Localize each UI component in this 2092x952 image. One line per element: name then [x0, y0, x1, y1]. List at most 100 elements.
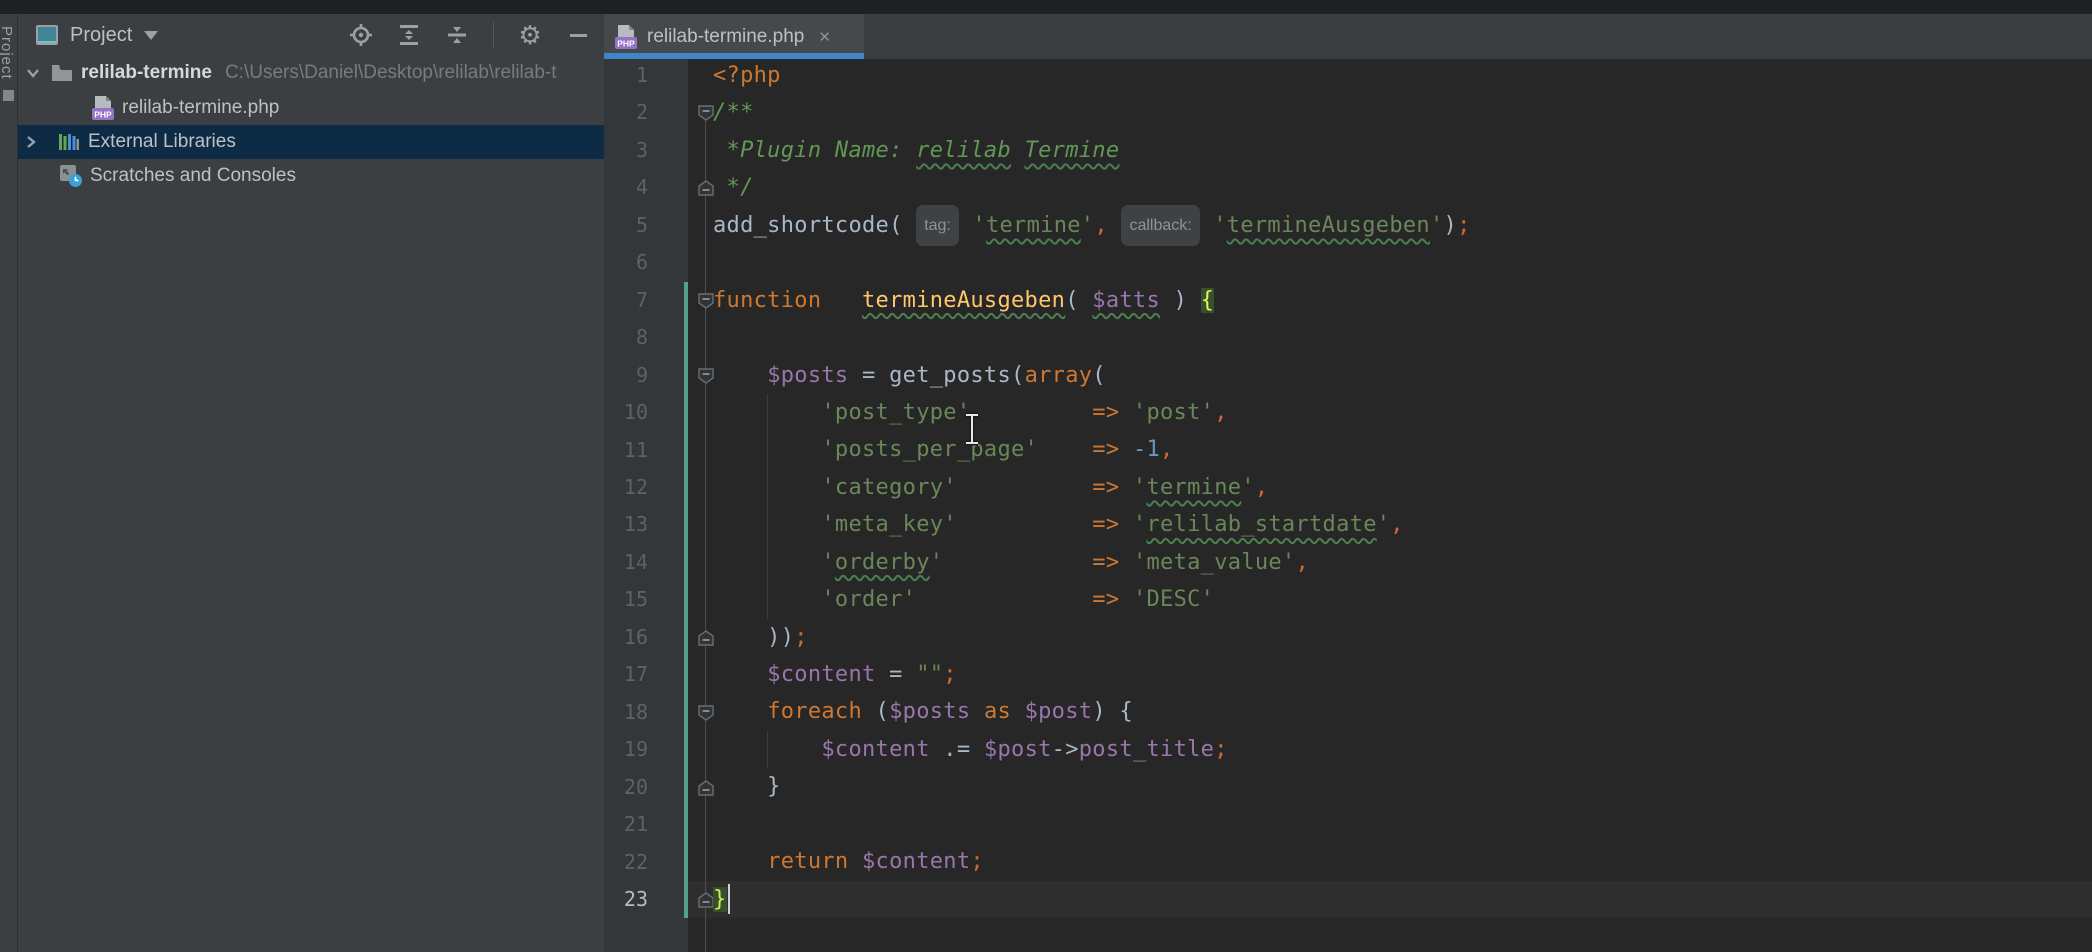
- code-line[interactable]: function termineAusgeben( $atts ) {: [713, 282, 1471, 319]
- code-line[interactable]: add_shortcode( tag: 'termine', callback:…: [713, 207, 1471, 244]
- gear-icon[interactable]: ⚙: [518, 23, 542, 47]
- code-token: return: [767, 849, 848, 874]
- tree-row-scratches[interactable]: Scratches and Consoles: [18, 159, 604, 193]
- code-token: [713, 437, 821, 462]
- libraries-icon: [59, 132, 79, 152]
- project-panel-header: Project ⚙: [18, 14, 604, 56]
- fold-end-marker[interactable]: [698, 180, 714, 196]
- code-token: relilab_startdate: [1146, 512, 1376, 537]
- code-line[interactable]: 'post_type' => 'post',: [713, 394, 1471, 431]
- code-line[interactable]: 'category' => 'termine',: [713, 469, 1471, 506]
- code-line[interactable]: }: [713, 768, 1471, 805]
- code-line[interactable]: return $content;: [713, 843, 1471, 880]
- code-token: add_shortcode(: [713, 213, 916, 238]
- line-number: 5: [604, 207, 648, 244]
- hide-panel-icon[interactable]: [566, 23, 590, 47]
- fold-end-marker[interactable]: [698, 630, 714, 646]
- code-line[interactable]: *Plugin Name: relilab Termine: [713, 132, 1471, 169]
- code-line[interactable]: $content = "";: [713, 656, 1471, 693]
- tree-row-project-root[interactable]: relilab-termine C:\Users\Daniel\Desktop\…: [18, 56, 604, 90]
- chevron-down-icon[interactable]: [25, 65, 41, 81]
- code-token: 'meta_key': [821, 512, 956, 537]
- editor-tab-bar: PHP relilab-termine.php ✕: [604, 14, 2092, 59]
- line-number: 19: [604, 731, 648, 768]
- code-line[interactable]: [713, 244, 1471, 281]
- code-token: [1119, 437, 1133, 462]
- code-token: [713, 512, 821, 537]
- tab-close-icon[interactable]: ✕: [818, 28, 831, 46]
- tool-window-bar[interactable]: Project: [0, 14, 18, 952]
- line-number: 23: [604, 881, 648, 918]
- code-line[interactable]: <?php: [713, 59, 1471, 94]
- code-token: [970, 699, 984, 724]
- tool-window-bar-project-label[interactable]: Project: [0, 26, 15, 80]
- code-token: termine: [986, 213, 1081, 238]
- code-token: [713, 400, 821, 425]
- code-token: ,: [1295, 550, 1309, 575]
- fold-start-marker[interactable]: [698, 293, 714, 309]
- tree-row-php-file[interactable]: PHP relilab-termine.php: [18, 91, 604, 125]
- project-root-name[interactable]: relilab-termine: [81, 62, 212, 84]
- tool-window-stripe-icon[interactable]: [3, 90, 14, 101]
- line-number: 17: [604, 656, 648, 693]
- code-line[interactable]: 'orderby' => 'meta_value',: [713, 544, 1471, 581]
- fold-start-marker[interactable]: [698, 705, 714, 721]
- window-top-strip: [0, 0, 2092, 14]
- code-token: ': [1377, 512, 1391, 537]
- tree-item-label[interactable]: External Libraries: [88, 131, 236, 153]
- line-number: 18: [604, 694, 648, 731]
- tree-item-label[interactable]: relilab-termine.php: [122, 97, 279, 119]
- code-token: [957, 512, 1092, 537]
- code-line[interactable]: */: [713, 169, 1471, 206]
- tab-relilab-termine[interactable]: PHP relilab-termine.php ✕: [604, 14, 864, 59]
- line-number-column: 1234567891011121314151617181920212223: [604, 59, 648, 918]
- php-file-icon: PHP: [614, 24, 638, 50]
- code-line[interactable]: /**: [713, 94, 1471, 131]
- fold-end-marker[interactable]: [698, 892, 714, 908]
- line-number: 3: [604, 132, 648, 169]
- code-line[interactable]: $posts = get_posts(array(: [713, 357, 1471, 394]
- fold-start-marker[interactable]: [698, 105, 714, 121]
- code-line[interactable]: }: [713, 881, 1471, 918]
- code-token: ': [1213, 213, 1227, 238]
- fold-start-marker[interactable]: [698, 368, 714, 384]
- code-token: [713, 550, 821, 575]
- chevron-right-icon[interactable]: [23, 134, 39, 150]
- chevron-down-icon[interactable]: [144, 31, 158, 40]
- tab-label[interactable]: relilab-termine.php: [647, 26, 804, 48]
- code-token: [1119, 512, 1133, 537]
- line-number: 12: [604, 469, 648, 506]
- code-area[interactable]: <?php/** *Plugin Name: relilab Termine *…: [713, 59, 1471, 918]
- collapse-all-icon[interactable]: [445, 23, 469, 47]
- code-token: ,: [1390, 512, 1404, 537]
- tree-item-label[interactable]: Scratches and Consoles: [90, 165, 296, 187]
- expand-all-icon[interactable]: [397, 23, 421, 47]
- fold-end-marker[interactable]: [698, 780, 714, 796]
- code-line[interactable]: foreach ($posts as $post) {: [713, 693, 1471, 730]
- code-token: ): [1444, 213, 1458, 238]
- code-line[interactable]: $content .= $post->post_title;: [713, 731, 1471, 768]
- project-panel-title[interactable]: Project: [70, 24, 132, 47]
- code-line[interactable]: [713, 319, 1471, 356]
- code-line[interactable]: [713, 806, 1471, 843]
- code-token: ': [1081, 213, 1095, 238]
- code-line[interactable]: 'order' => 'DESC': [713, 581, 1471, 618]
- php-file-icon: PHP: [91, 95, 115, 121]
- code-line[interactable]: 'meta_key' => 'relilab_startdate',: [713, 506, 1471, 543]
- code-token: 'DESC': [1133, 587, 1214, 612]
- code-token: $content: [767, 662, 875, 687]
- code-token: = get_posts(: [848, 363, 1024, 388]
- header-separator: [493, 22, 494, 48]
- code-token: ->: [1052, 737, 1079, 762]
- tree-row-external-libraries[interactable]: External Libraries: [18, 125, 604, 159]
- code-token: .=: [930, 737, 984, 762]
- code-line[interactable]: 'posts_per_page' => -1,: [713, 431, 1471, 468]
- code-token: [916, 587, 1092, 612]
- locate-file-icon[interactable]: [349, 23, 373, 47]
- code-token: [1108, 213, 1122, 238]
- code-token: ,: [1160, 437, 1174, 462]
- code-editor[interactable]: 1234567891011121314151617181920212223 <?…: [604, 59, 2092, 952]
- vcs-added-stripe: [684, 282, 688, 918]
- code-token: function: [713, 288, 821, 313]
- code-line[interactable]: ));: [713, 619, 1471, 656]
